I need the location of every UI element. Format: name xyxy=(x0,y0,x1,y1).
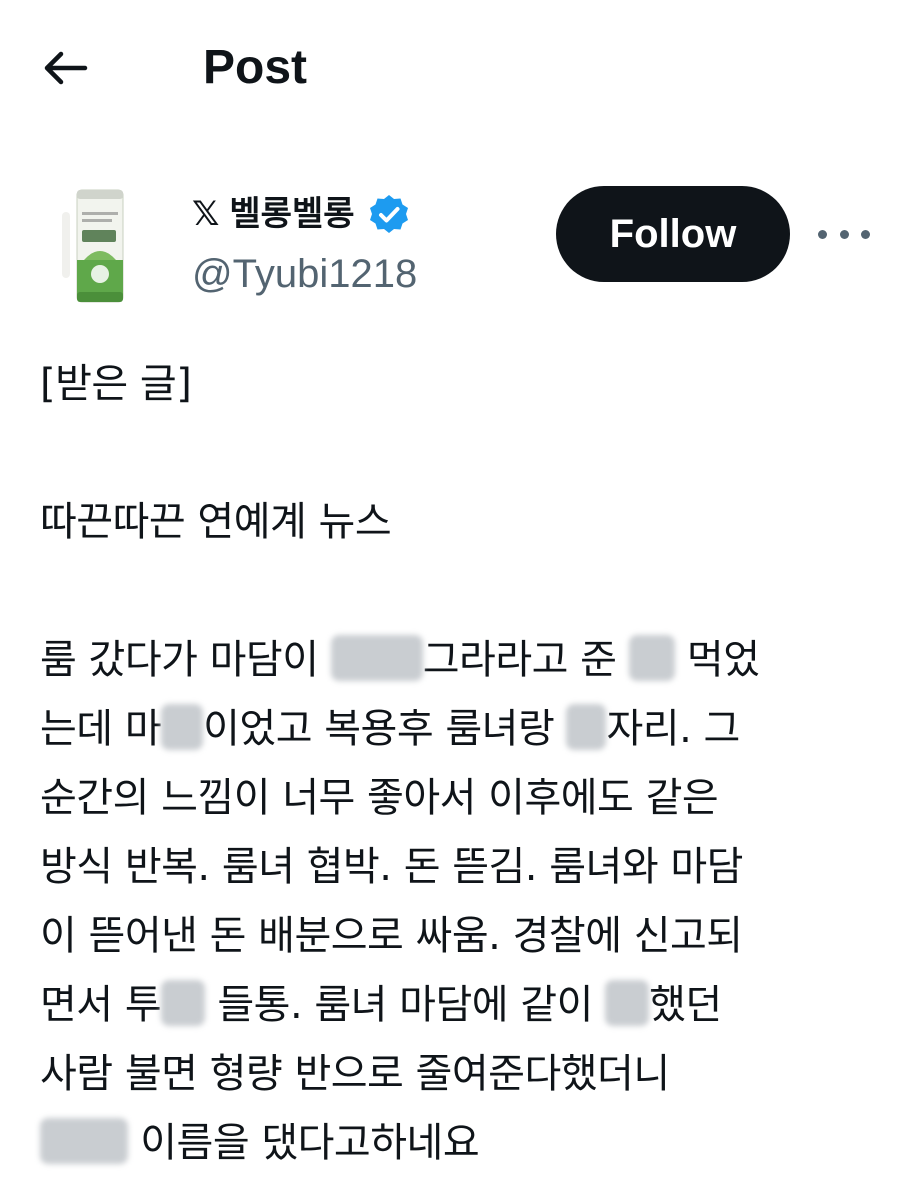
post-line: [받은 글] xyxy=(40,361,192,407)
verified-badge-icon xyxy=(369,195,408,233)
text-segment: 그라라고 준 xyxy=(422,637,629,683)
top-bar: Post xyxy=(0,0,910,140)
redacted-text xyxy=(161,704,204,750)
redacted-text xyxy=(40,1118,128,1164)
avatar[interactable] xyxy=(40,186,160,306)
text-segment: 했던 xyxy=(649,982,722,1028)
more-horizontal-icon xyxy=(839,229,849,239)
text-segment: 룸 갔다가 마담이 xyxy=(40,637,331,683)
author-name-row[interactable]: 𝕏 벨롱벨롱 xyxy=(192,188,413,240)
text-segment: 자리. 그 xyxy=(606,706,740,752)
text-segment: 이었고 복용후 룸녀랑 xyxy=(203,706,567,752)
more-horizontal-icon xyxy=(861,229,870,239)
author-handle[interactable]: @Tyubi1218 xyxy=(192,248,417,300)
page-title: Post xyxy=(203,41,308,94)
more-options-button[interactable] xyxy=(818,212,870,256)
follow-button[interactable]: Follow xyxy=(556,186,790,282)
text-segment: 이름을 댔다고하네요 xyxy=(128,1120,480,1166)
arrow-left-icon xyxy=(44,51,88,85)
text-segment: 면서 투 xyxy=(40,982,162,1028)
redacted-text xyxy=(566,704,607,750)
text-segment: 는데 마 xyxy=(40,706,162,752)
back-button[interactable] xyxy=(32,40,96,96)
redacted-text xyxy=(330,635,423,681)
redacted-text xyxy=(161,980,206,1026)
post-line: 는데 마 이었고 복용후 룸녀랑 자리. 그 xyxy=(40,695,880,764)
post-text: [받은 글] 따끈따끈 연예계 뉴스 룸 갔다가 마담이 그라라고 준 먹었 는… xyxy=(40,350,880,1178)
text-segment: 들통. 룸녀 마담에 같이 xyxy=(205,982,606,1028)
post-line: 사람 불면 형량 반으로 줄여준다했더니 xyxy=(40,1051,670,1097)
x-logo-badge: 𝕏 xyxy=(192,194,220,234)
author-display-name[interactable]: 벨롱벨롱 xyxy=(229,194,354,234)
post-line: 순간의 느낌이 너무 좋아서 이후에도 같은 xyxy=(40,775,719,821)
post-line: 이 뜯어낸 돈 배분으로 싸움. 경찰에 신고되 xyxy=(40,913,743,959)
post-line: 방식 반복. 룸녀 협박. 돈 뜯김. 룸녀와 마담 xyxy=(40,844,743,890)
aloe-drink-can-avatar xyxy=(40,186,160,306)
post-line: 따끈따끈 연예계 뉴스 xyxy=(40,499,392,545)
redacted-text xyxy=(628,635,675,681)
more-horizontal-icon xyxy=(818,229,827,239)
text-segment: 먹었 xyxy=(674,637,760,683)
post-line: 룸 갔다가 마담이 그라라고 준 먹었 xyxy=(40,626,880,695)
post-line: 면서 투 들통. 룸녀 마담에 같이 했던 xyxy=(40,971,880,1040)
redacted-text xyxy=(605,980,650,1026)
